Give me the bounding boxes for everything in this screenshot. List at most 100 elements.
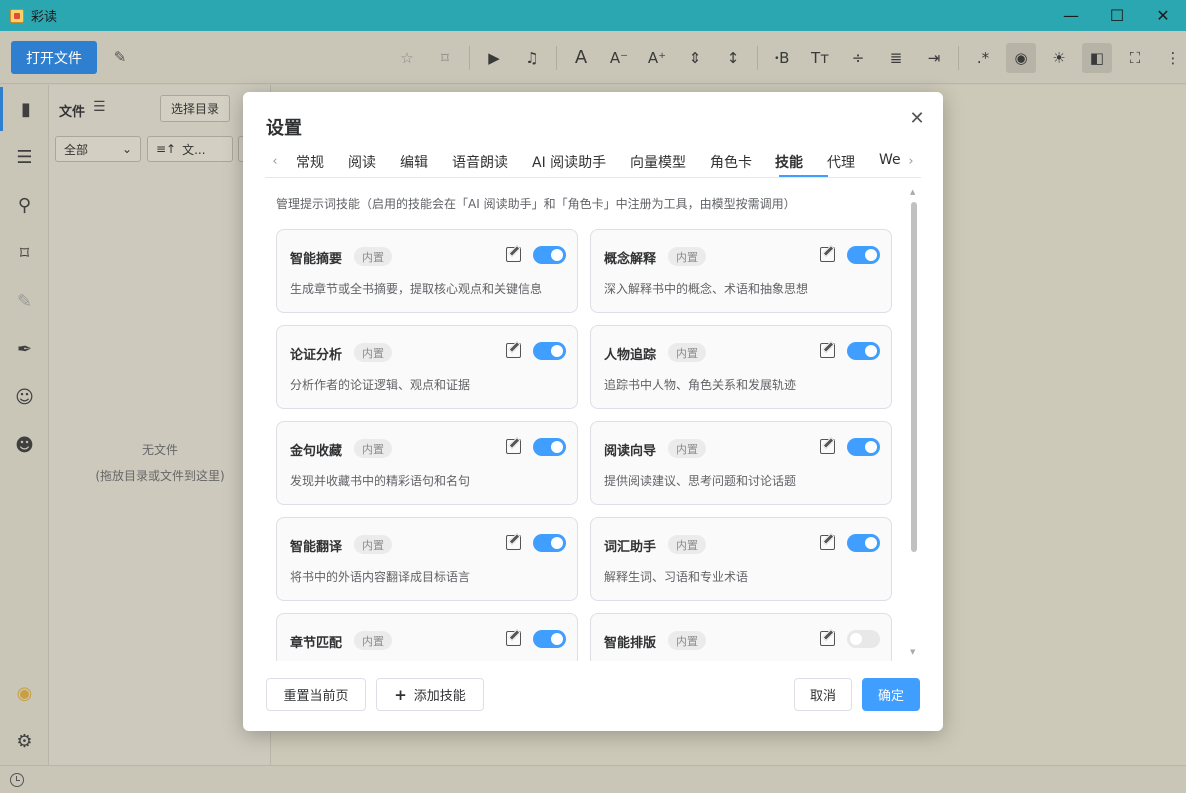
pin-icon[interactable]: ☆	[392, 43, 422, 73]
app-logo-icon	[10, 8, 24, 23]
edit-icon[interactable]	[820, 247, 835, 262]
skill-name: 词汇助手	[604, 540, 657, 555]
edit-icon[interactable]	[820, 439, 835, 454]
palette-icon[interactable]: ◉	[0, 671, 49, 715]
filter-select[interactable]: 全部 ⌄	[55, 136, 141, 162]
cancel-button[interactable]: 取消	[794, 678, 852, 711]
tab-tts[interactable]: 语音朗读	[452, 152, 508, 172]
plus-icon: +	[394, 685, 407, 704]
regex-icon[interactable]: .*	[968, 43, 998, 73]
edit-icon[interactable]	[820, 535, 835, 550]
font-size-icon[interactable]: A	[566, 43, 596, 73]
toc-icon[interactable]: ☰	[0, 135, 49, 179]
status-bar	[0, 765, 1186, 793]
page-mode-icon[interactable]: ⇥	[919, 43, 949, 73]
tab-ai-assistant[interactable]: AI 阅读助手	[532, 152, 606, 172]
skill-desc: 生成章节或全书摘要，提取核心观点和关键信息	[290, 282, 543, 296]
skills-scrollbar[interactable]: ▲ ▼	[910, 188, 918, 658]
edit-icon[interactable]	[506, 631, 521, 646]
list-view-icon[interactable]: ☰	[93, 99, 106, 115]
skill-toggle[interactable]	[847, 246, 880, 264]
book-icon[interactable]: ▮	[0, 87, 49, 131]
skill-toggle[interactable]	[533, 534, 566, 552]
pen-icon[interactable]: ✒	[0, 327, 49, 371]
chevron-down-icon: ⌄	[121, 142, 132, 156]
skill-toggle[interactable]	[847, 342, 880, 360]
skill-name: 智能翻译	[290, 540, 343, 555]
more-icon[interactable]: ⋮	[1158, 43, 1186, 73]
font-decrease-icon[interactable]: A⁻	[604, 43, 634, 73]
edit-icon[interactable]	[506, 439, 521, 454]
palette-icon[interactable]: ◉	[1006, 42, 1036, 73]
skill-card: 人物追踪 内置 追踪书中人物、角色关系和发展轨迹	[590, 325, 892, 409]
settings-icon[interactable]: ⚙	[0, 719, 49, 763]
tab-skills[interactable]: 技能	[775, 152, 803, 172]
line-height-icon[interactable]: ↕	[718, 43, 748, 73]
bookmark-icon[interactable]: ⌑	[0, 231, 49, 275]
edit-icon[interactable]	[820, 343, 835, 358]
skill-toggle[interactable]	[847, 438, 880, 456]
dialog-title: 设置	[266, 118, 302, 139]
align-icon[interactable]: ≣	[881, 43, 911, 73]
add-skill-button[interactable]: + 添加技能	[376, 678, 484, 711]
select-directory-button[interactable]: 选择目录	[160, 95, 230, 122]
edit-icon[interactable]	[506, 247, 521, 262]
paragraph-spacing-icon[interactable]: ÷	[843, 43, 873, 73]
open-file-button[interactable]: 打开文件	[11, 41, 97, 74]
reset-page-button[interactable]: 重置当前页	[266, 678, 366, 711]
close-icon[interactable]: ✕	[907, 108, 927, 129]
brightness-icon[interactable]: ☀	[1044, 43, 1074, 73]
edit-icon[interactable]	[506, 535, 521, 550]
font-family-icon[interactable]: ꞏB	[767, 43, 797, 73]
close-window-button[interactable]: ✕	[1140, 0, 1186, 31]
tab-proxy[interactable]: 代理	[827, 152, 855, 172]
letter-spacing-icon[interactable]: ⇕	[680, 43, 710, 73]
skill-name: 概念解释	[604, 252, 657, 267]
skill-toggle[interactable]	[847, 534, 880, 552]
skill-toggle[interactable]	[533, 630, 566, 648]
scroll-thumb[interactable]	[911, 202, 917, 552]
tab-reading[interactable]: 阅读	[348, 152, 376, 172]
toolbar-divider	[469, 45, 470, 70]
highlighter-icon[interactable]: ✎	[0, 279, 49, 323]
skill-toggle[interactable]	[847, 630, 880, 648]
sidebar-toggle-icon[interactable]: ◧	[1082, 42, 1112, 73]
tab-scroll-right-icon[interactable]: ›	[903, 151, 919, 171]
tab-general[interactable]: 常规	[296, 152, 324, 172]
builtin-badge: 内置	[354, 247, 392, 266]
builtin-badge: 内置	[354, 343, 392, 362]
scroll-down-icon[interactable]: ▼	[910, 648, 915, 656]
sort-value: 文...	[182, 142, 206, 157]
skill-toggle[interactable]	[533, 438, 566, 456]
fullscreen-icon[interactable]: ⛶	[1120, 43, 1150, 73]
skill-card: 章节匹配 内置	[276, 613, 578, 661]
skill-desc: 发现并收藏书中的精彩语句和名句	[290, 474, 471, 488]
sort-select[interactable]: ≡↑ 文...	[147, 136, 233, 162]
search-icon[interactable]: ⚲	[0, 183, 49, 227]
edit-icon[interactable]	[506, 343, 521, 358]
text-style-icon[interactable]: Tт	[805, 43, 835, 73]
tab-character-card[interactable]: 角色卡	[710, 152, 752, 172]
edit-icon[interactable]	[820, 631, 835, 646]
clock-icon[interactable]	[10, 773, 24, 787]
ok-button[interactable]: 确定	[862, 678, 920, 711]
bookmark-icon[interactable]: ⌑	[430, 43, 460, 73]
skill-desc: 提供阅读建议、思考问题和讨论话题	[604, 474, 797, 488]
skill-toggle[interactable]	[533, 342, 566, 360]
skill-toggle[interactable]	[533, 246, 566, 264]
skill-card: 智能翻译 内置 将书中的外语内容翻译成目标语言	[276, 517, 578, 601]
skills-description: 管理提示词技能（启用的技能会在「AI 阅读助手」和「角色卡」中注册为工具，由模型…	[276, 197, 796, 211]
headphones-icon[interactable]: ♫	[517, 43, 547, 73]
edit-icon[interactable]: ✎	[110, 47, 130, 67]
play-icon[interactable]: ▶	[479, 43, 509, 73]
maximize-button[interactable]: ☐	[1094, 0, 1140, 31]
scroll-up-icon[interactable]: ▲	[910, 188, 915, 196]
tab-web[interactable]: We	[879, 152, 901, 168]
emoji-icon[interactable]: ☻	[0, 423, 49, 467]
tab-embedding-model[interactable]: 向量模型	[630, 152, 686, 172]
ai-chat-icon[interactable]: ☺	[0, 375, 49, 419]
tab-scroll-left-icon[interactable]: ‹	[267, 151, 283, 171]
minimize-button[interactable]: —	[1048, 0, 1094, 31]
font-increase-icon[interactable]: A⁺	[642, 43, 672, 73]
tab-edit[interactable]: 编辑	[400, 152, 428, 172]
